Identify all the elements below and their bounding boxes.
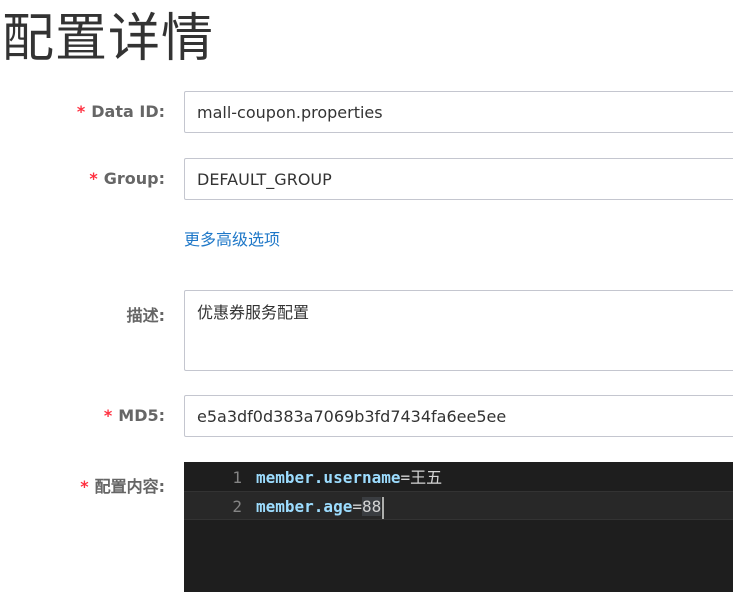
code-line: 1 member.username=王五 xyxy=(184,463,733,492)
description-label: 描述: xyxy=(126,306,165,325)
code-line-active: 2 member.age=88 xyxy=(184,491,733,520)
description-textarea[interactable]: 优惠券服务配置 xyxy=(184,290,733,371)
code-value: 王五 xyxy=(410,468,443,487)
required-mark: * xyxy=(89,169,98,188)
group-input[interactable] xyxy=(184,158,733,200)
code-text: member.username=王五 xyxy=(256,463,442,492)
md5-label-text: MD5: xyxy=(118,406,165,425)
data-id-label-text: Data ID: xyxy=(91,102,165,121)
code-key: member.age xyxy=(256,497,353,516)
data-id-label: * Data ID: xyxy=(77,102,165,121)
data-id-input[interactable] xyxy=(184,91,733,133)
required-mark: * xyxy=(80,477,89,496)
content-label-text: 配置内容: xyxy=(94,477,165,496)
line-number: 2 xyxy=(232,497,242,516)
page-title: 配置详情 xyxy=(2,9,215,69)
required-mark: * xyxy=(103,406,113,425)
text-cursor xyxy=(382,496,385,519)
line-number: 1 xyxy=(232,468,242,487)
code-value: 88 xyxy=(361,497,382,516)
md5-input[interactable] xyxy=(184,395,733,437)
advanced-options-link[interactable]: 更多高级选项 xyxy=(184,226,280,250)
md5-row: * MD5: xyxy=(0,395,733,437)
code-key: member.username xyxy=(256,468,401,487)
md5-label: * MD5: xyxy=(104,406,165,425)
required-mark: * xyxy=(76,102,86,121)
group-label: * Group: xyxy=(89,169,165,188)
data-id-row: * Data ID: xyxy=(0,91,733,133)
code-equals: = xyxy=(400,468,411,487)
config-content-editor[interactable]: 1 member.username=王五 2 member.age=88 xyxy=(184,462,733,592)
group-label-text: Group: xyxy=(103,169,165,188)
code-text: member.age=88 xyxy=(256,492,385,521)
code-equals: = xyxy=(352,497,362,516)
content-label: * 配置内容: xyxy=(80,473,165,497)
group-row: * Group: xyxy=(0,158,733,200)
description-row: 描述: 优惠券服务配置 xyxy=(0,290,733,371)
